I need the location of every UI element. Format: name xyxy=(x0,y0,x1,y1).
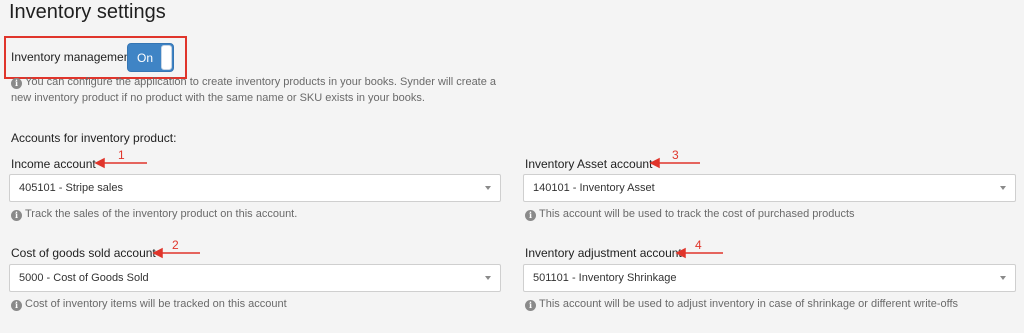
arrow-2-head xyxy=(152,247,163,259)
inventory-settings-page: Inventory settings Inventory management … xyxy=(0,0,1024,333)
arrow-3-head xyxy=(649,157,660,169)
arrow-4-head xyxy=(675,247,686,259)
arrow-1-head xyxy=(94,157,105,169)
annotation-arrows xyxy=(94,157,723,259)
